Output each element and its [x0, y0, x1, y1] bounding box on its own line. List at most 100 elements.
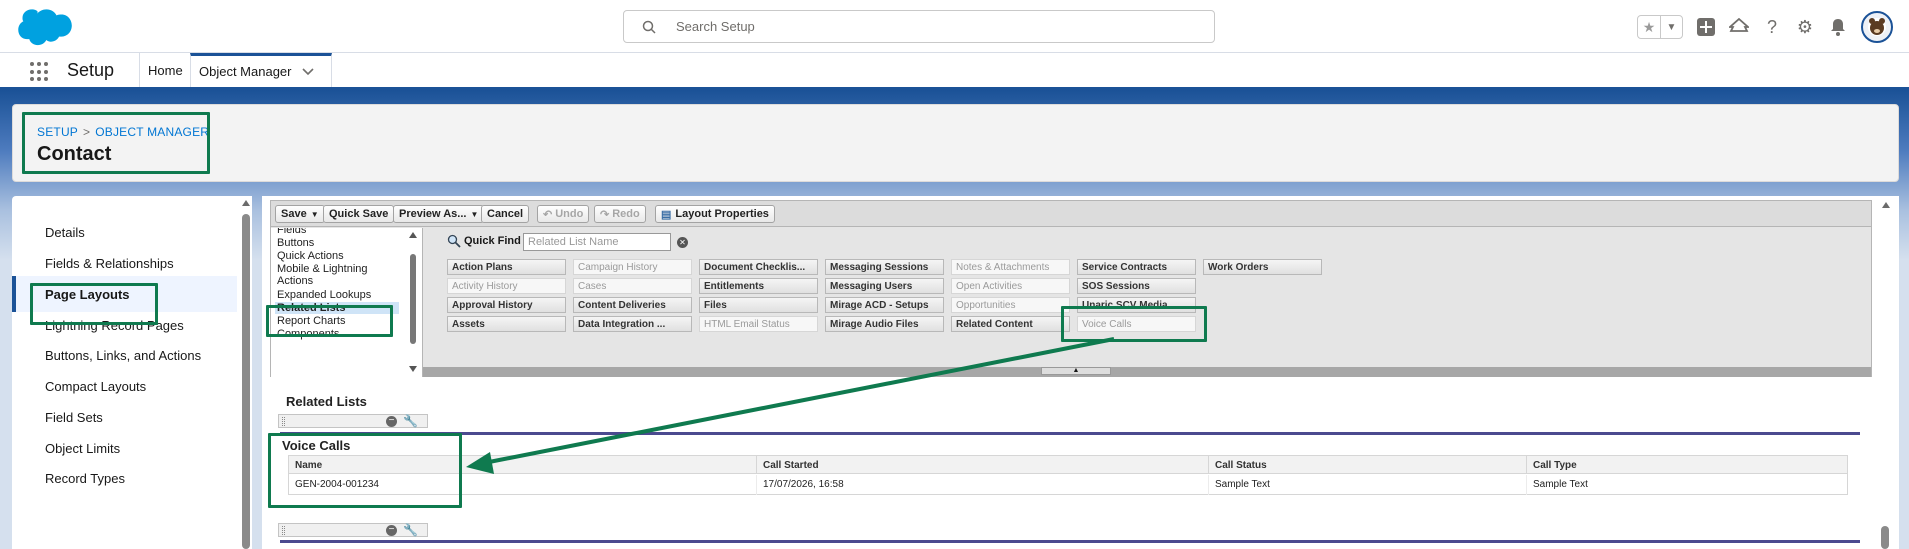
scroll-up-icon[interactable] — [1882, 202, 1890, 208]
caret-down-icon[interactable]: ▼ — [311, 210, 319, 219]
scrollbar-thumb[interactable] — [1881, 526, 1889, 549]
palette-item[interactable]: Opportunities — [951, 297, 1070, 313]
palette-item[interactable]: Entitlements — [699, 278, 818, 294]
palette-item[interactable]: Action Plans — [447, 259, 566, 275]
palette-category-expanded-lookups[interactable]: Expanded Lookups — [277, 289, 392, 301]
chevron-down-icon[interactable] — [301, 67, 314, 76]
palette-item[interactable]: HTML Email Status — [699, 316, 818, 332]
palette-category-components[interactable]: Components — [277, 328, 392, 340]
chevron-down-icon[interactable]: ▼ — [1660, 16, 1682, 38]
palette-item[interactable]: Files — [699, 297, 818, 313]
salesforce-logo-icon[interactable] — [14, 6, 74, 48]
save-button[interactable]: Save ▼ — [275, 205, 325, 223]
palette-item[interactable]: SOS Sessions — [1077, 278, 1196, 294]
caret-down-icon[interactable]: ▼ — [470, 210, 478, 219]
palette-item[interactable]: Mirage ACD - Setups — [825, 297, 944, 313]
redo-button[interactable]: ↷ Redo — [594, 205, 646, 223]
related-list-controls[interactable]: − 🔧 — [278, 414, 428, 428]
wrench-icon[interactable]: 🔧 — [403, 414, 418, 428]
help-icon[interactable]: ? — [1762, 17, 1782, 37]
voice-calls-related-list[interactable]: Voice Calls Name Call Started Call Statu… — [280, 432, 1860, 496]
palette-item[interactable]: Unaric SCV Media — [1077, 297, 1196, 313]
favorites-control[interactable]: ★ ▼ — [1637, 15, 1683, 39]
wrench-icon[interactable]: 🔧 — [403, 523, 418, 537]
palette-item[interactable]: Service Contracts — [1077, 259, 1196, 275]
palette-item[interactable]: Messaging Users — [825, 278, 944, 294]
palette-item[interactable]: Document Checklis... — [699, 259, 818, 275]
palette-item[interactable]: Mirage Audio Files — [825, 316, 944, 332]
table-cell: GEN-2004-001234 — [289, 475, 757, 495]
clear-icon[interactable]: ✕ — [677, 237, 688, 248]
scrollbar-thumb[interactable] — [242, 214, 250, 549]
quick-save-button[interactable]: Quick Save — [323, 205, 395, 223]
breadcrumb: SETUP > OBJECT MANAGER — [37, 125, 209, 139]
palette-item[interactable]: Messaging Sessions — [825, 259, 944, 275]
sidebar-item-label: Page Layouts — [45, 286, 130, 302]
palette-list-scrollbar[interactable] — [407, 232, 419, 372]
cancel-button[interactable]: Cancel — [481, 205, 530, 223]
bell-icon[interactable] — [1828, 17, 1848, 37]
opportunities-related-list[interactable] — [280, 540, 1860, 549]
properties-icon: ▤ — [661, 208, 672, 221]
global-search-input[interactable]: Search Setup — [623, 10, 1215, 43]
palette-item[interactable]: Content Deliveries — [573, 297, 692, 313]
sidebar-item-label: Field Sets — [45, 409, 103, 425]
user-avatar[interactable] — [1861, 11, 1893, 43]
star-icon[interactable]: ★ — [1638, 16, 1660, 38]
save-label: Save — [281, 208, 307, 220]
undo-button[interactable]: ↶ Undo — [537, 205, 590, 223]
palette-item[interactable]: Related Content — [951, 316, 1070, 332]
scroll-down-icon[interactable] — [409, 366, 417, 372]
collapse-palette-handle[interactable]: ▲ — [1041, 367, 1111, 375]
palette-category-buttons[interactable]: Buttons — [277, 237, 392, 249]
palette-item[interactable]: Assets — [447, 316, 566, 332]
palette-item[interactable]: Cases — [573, 278, 692, 294]
palette-item[interactable]: Approval History — [447, 297, 566, 313]
palette-item[interactable]: Work Orders — [1203, 259, 1322, 275]
table-cell: Sample Text — [1533, 479, 1588, 490]
palette-item[interactable]: Data Integration ... — [573, 316, 692, 332]
palette-item[interactable]: Notes & Attachments — [951, 259, 1070, 275]
palette-item[interactable]: Activity History — [447, 278, 566, 294]
column-header: Name — [289, 456, 757, 474]
object-header: SETUP > OBJECT MANAGER Contact — [12, 104, 1899, 182]
breadcrumb-object-manager-link[interactable]: OBJECT MANAGER — [95, 125, 209, 139]
sidebar-item-record-types[interactable]: Record Types — [12, 460, 237, 496]
tab-home-label: Home — [148, 62, 183, 78]
main-scrollbar[interactable] — [1872, 196, 1899, 549]
tab-object-manager[interactable]: Object Manager — [190, 53, 332, 87]
palette-item[interactable]: Campaign History — [573, 259, 692, 275]
remove-icon[interactable]: − — [386, 525, 397, 536]
drag-handle-icon[interactable] — [282, 526, 285, 535]
related-list-controls[interactable]: − 🔧 — [278, 523, 428, 537]
trailhead-icon[interactable] — [1729, 17, 1749, 37]
undo-label: Undo — [555, 208, 584, 220]
related-lists-section-title: Related Lists — [286, 394, 367, 409]
palette-item[interactable]: Open Activities — [951, 278, 1070, 294]
palette-item[interactable]: Voice Calls — [1077, 316, 1196, 332]
palette-category-quick-actions[interactable]: Quick Actions — [277, 250, 392, 262]
palette-category-related-lists[interactable]: Related Lists — [275, 302, 399, 314]
quick-find-input[interactable]: Related List Name — [523, 233, 671, 251]
scrollbar-thumb[interactable] — [410, 254, 416, 344]
add-icon[interactable] — [1696, 17, 1716, 37]
palette-category-mobile-lightning[interactable]: Mobile & Lightning Actions — [277, 263, 392, 287]
remove-icon[interactable]: − — [386, 416, 397, 427]
redo-icon: ↷ — [600, 208, 610, 221]
palette-category-report-charts[interactable]: Report Charts — [277, 315, 392, 327]
related-list-title: Voice Calls — [282, 438, 351, 453]
sidebar-scrollbar[interactable] — [240, 196, 252, 549]
app-launcher-icon[interactable] — [30, 62, 50, 82]
editor-toolbar: Save ▼ Quick Save Preview As... ▼ Cancel ↶… — [271, 201, 1871, 227]
tab-home[interactable]: Home — [139, 53, 191, 87]
breadcrumb-setup-link[interactable]: SETUP — [37, 125, 78, 139]
table-cell: Sample Text — [1209, 475, 1527, 495]
sidebar-item-label: Fields & Relationships — [45, 255, 174, 271]
scroll-up-icon[interactable] — [409, 232, 417, 238]
preview-as-button[interactable]: Preview As... ▼ — [393, 205, 485, 223]
drag-handle-icon[interactable] — [282, 417, 285, 426]
palette-category-fields[interactable]: Fields — [277, 228, 392, 236]
gear-icon[interactable]: ⚙ — [1795, 17, 1815, 37]
scroll-up-icon[interactable] — [242, 200, 250, 206]
layout-properties-button[interactable]: ▤ Layout Properties — [655, 205, 775, 223]
